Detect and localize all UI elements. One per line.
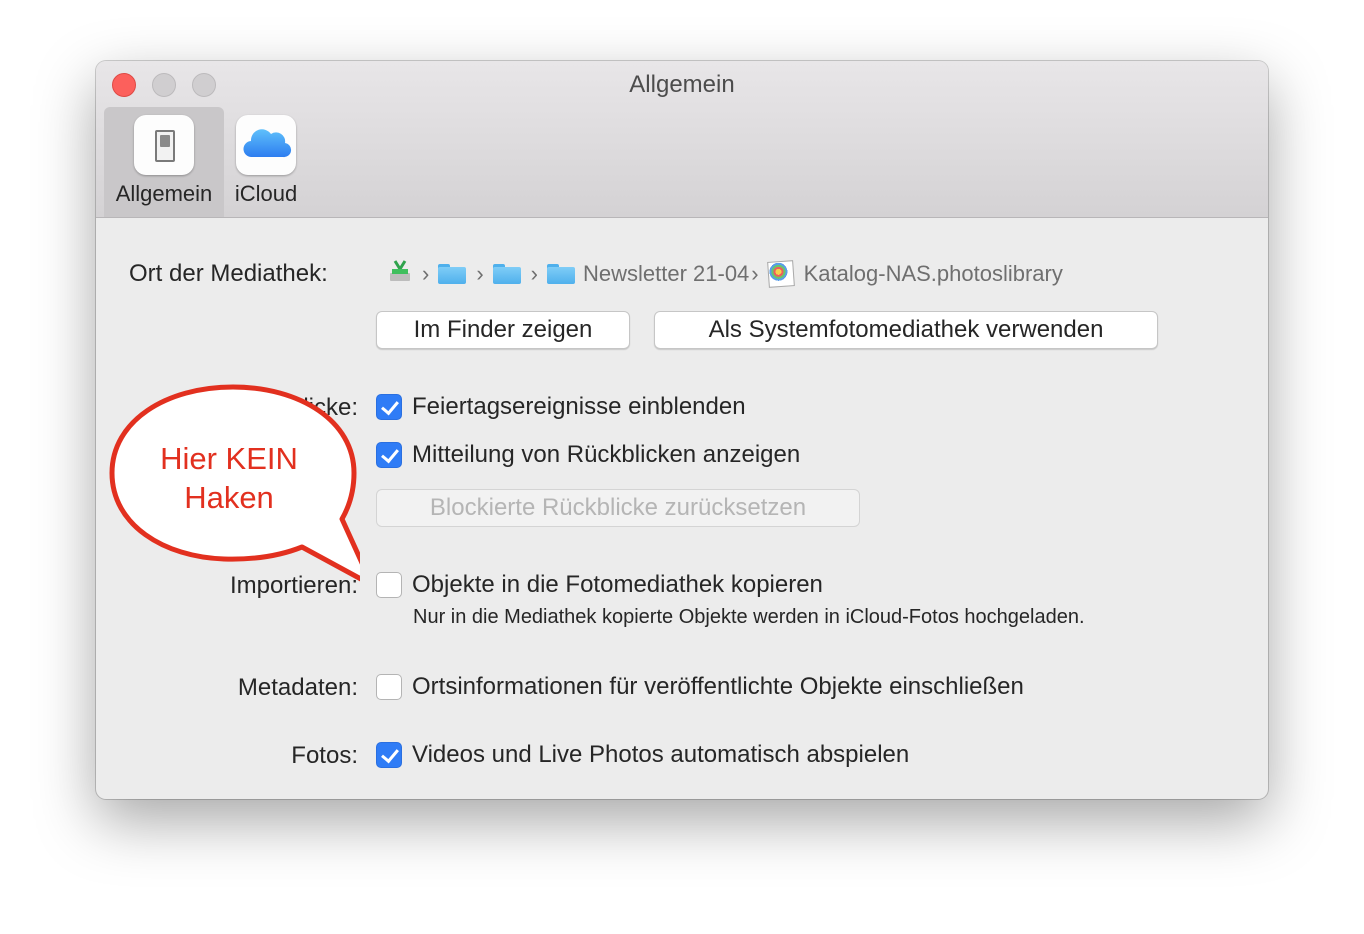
use-as-system-library-button[interactable]: Als Systemfotomediathek verwenden	[654, 311, 1158, 349]
copy-items-label: Objekte in die Fotomediathek kopieren	[412, 571, 823, 598]
tab-general-label: Allgemein	[115, 181, 213, 206]
holiday-events-checkbox[interactable]	[376, 394, 402, 420]
chevron-right-icon: ›	[476, 261, 484, 286]
chevron-right-icon: ›	[751, 261, 759, 286]
folder-icon	[492, 264, 521, 284]
photos-library-icon	[766, 260, 795, 288]
path-folder-name: Newsletter 21-04	[582, 261, 750, 286]
path-library-name: Katalog-NAS.photoslibrary	[803, 261, 1063, 286]
copy-items-checkbox[interactable]	[376, 572, 402, 598]
annotation-line-2: Haken	[184, 480, 274, 515]
import-note: Nur in die Mediathek kopierte Objekte we…	[413, 606, 1085, 628]
holiday-events-option[interactable]: Feiertagsereignisse einblenden	[376, 393, 746, 421]
nas-drive-icon	[388, 259, 412, 289]
photos-label: Fotos:	[291, 742, 358, 769]
preferences-window: Allgemein Allgemein iCloud Ort der Media…	[96, 61, 1268, 799]
icloud-icon	[236, 115, 296, 175]
reset-blocked-memories-button[interactable]: Blockierte Rückblicke zurücksetzen	[376, 489, 860, 527]
include-location-option[interactable]: Ortsinformationen für veröffentlichte Ob…	[376, 673, 1024, 701]
folder-icon	[546, 264, 575, 284]
tab-icloud[interactable]: iCloud	[228, 107, 304, 217]
chevron-right-icon: ›	[530, 261, 538, 286]
chevron-right-icon: ›	[422, 261, 430, 286]
include-location-checkbox[interactable]	[376, 674, 402, 700]
tab-icloud-label: iCloud	[234, 181, 298, 206]
autoplay-label: Videos und Live Photos automatisch abspi…	[412, 741, 910, 768]
memory-notifications-option[interactable]: Mitteilung von Rückblicken anzeigen	[376, 441, 800, 469]
tab-general[interactable]: Allgemein	[104, 107, 224, 217]
titlebar: Allgemein Allgemein iCloud	[96, 61, 1268, 218]
autoplay-checkbox[interactable]	[376, 742, 402, 768]
library-path-control[interactable]: › › › Newsletter 21-04 › Katalog-NAS.pho…	[388, 257, 1063, 291]
library-location-label: Ort der Mediathek:	[129, 260, 328, 287]
metadata-label: Metadaten:	[237, 674, 358, 701]
copy-items-option[interactable]: Objekte in die Fotomediathek kopieren	[376, 571, 823, 599]
window-title: Allgemein	[629, 71, 735, 98]
include-location-label: Ortsinformationen für veröffentlichte Ob…	[412, 673, 1024, 700]
annotation-text: Hier KEIN Haken	[136, 439, 322, 517]
switch-icon	[134, 115, 194, 175]
folder-icon	[438, 264, 467, 284]
show-in-finder-button[interactable]: Im Finder zeigen	[376, 311, 630, 349]
memory-notifications-checkbox[interactable]	[376, 442, 402, 468]
autoplay-option[interactable]: Videos und Live Photos automatisch abspi…	[376, 741, 909, 769]
holiday-events-label: Feiertagsereignisse einblenden	[412, 393, 746, 420]
annotation-line-1: Hier KEIN	[160, 441, 298, 476]
memory-notifications-label: Mitteilung von Rückblicken anzeigen	[412, 441, 801, 468]
